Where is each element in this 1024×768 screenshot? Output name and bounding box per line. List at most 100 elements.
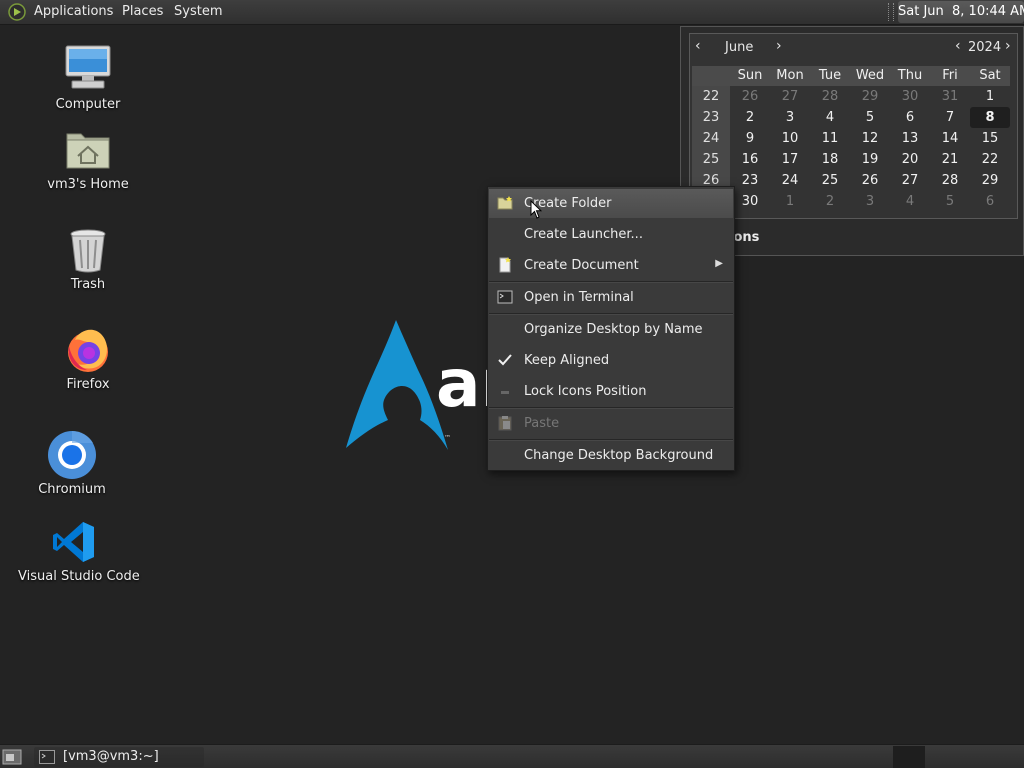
calendar-day[interactable]: 4 [890, 191, 930, 212]
bottom-panel: [vm3@vm3:~] [0, 744, 1024, 768]
calendar-day[interactable]: 25 [810, 170, 850, 191]
calendar-day[interactable]: 29 [970, 170, 1010, 191]
applications-menu-icon[interactable] [8, 3, 26, 21]
next-month-button[interactable]: › [776, 38, 782, 54]
calendar-widget: ‹ June › ‹ 2024 › Sun Mon Tue Wed Thu Fri Sat 2… [689, 33, 1018, 219]
calendar-day[interactable]: 28 [930, 170, 970, 191]
places-menu[interactable]: Places [122, 4, 163, 19]
prev-year-button[interactable]: ‹ [955, 38, 961, 54]
terminal-icon [497, 290, 513, 304]
svg-text:™: ™ [444, 434, 451, 442]
menu-item-label: Organize Desktop by Name [524, 322, 703, 337]
chromium-icon [48, 430, 96, 479]
menu-item-label: Change Desktop Background [524, 448, 714, 463]
calendar-day-today[interactable]: 8 [970, 107, 1010, 128]
vscode-icon [53, 522, 94, 562]
desktop-context-menu: Create Folder Create Launcher... Create … [487, 186, 735, 471]
calendar-day[interactable]: 28 [810, 86, 850, 107]
weekday-header: Sat [970, 66, 1010, 86]
calendar-day[interactable]: 6 [970, 191, 1010, 212]
calendar-day[interactable]: 1 [970, 86, 1010, 107]
weekday-header: Sun [730, 66, 770, 86]
check-icon [498, 354, 512, 366]
calendar-day[interactable]: 19 [850, 149, 890, 170]
menu-item-label: Paste [524, 416, 560, 431]
show-desktop-icon[interactable] [2, 748, 22, 766]
calendar-day[interactable]: 23 [730, 170, 770, 191]
calendar-day[interactable]: 11 [810, 128, 850, 149]
menu-item-change-background[interactable]: Change Desktop Background [489, 441, 733, 470]
calendar-day[interactable]: 30 [730, 191, 770, 212]
calendar-day[interactable]: 27 [770, 86, 810, 107]
desktop-icon-chromium[interactable]: Chromium [24, 430, 120, 500]
menu-item-label: Lock Icons Position [524, 384, 647, 399]
calendar-day[interactable]: 26 [850, 170, 890, 191]
prev-month-button[interactable]: ‹ [695, 38, 701, 54]
week-number: 23 [702, 110, 720, 125]
applications-menu[interactable]: Applications [34, 4, 113, 19]
taskbar-button-terminal[interactable]: [vm3@vm3:~] [34, 747, 204, 767]
firefox-icon [68, 329, 108, 372]
calendar-day[interactable]: 16 [730, 149, 770, 170]
system-menu[interactable]: System [174, 4, 222, 19]
calendar-day[interactable]: 3 [850, 191, 890, 212]
calendar-day[interactable]: 26 [730, 86, 770, 107]
weekday-header: Fri [930, 66, 970, 86]
workspace-switcher[interactable] [893, 746, 925, 768]
lock-unchecked-icon [501, 391, 509, 394]
next-year-button[interactable]: › [1005, 38, 1011, 54]
desktop-icon-label: vm3's Home [47, 177, 129, 192]
menu-item-open-terminal[interactable]: Open in Terminal [489, 283, 733, 312]
calendar-day[interactable]: 2 [810, 191, 850, 212]
weekday-header-corner [692, 66, 730, 86]
desktop-icon-trash[interactable]: Trash [40, 228, 136, 298]
menu-item-label: Create Document [524, 258, 639, 273]
home-folder-icon [66, 133, 110, 169]
calendar-day[interactable]: 27 [890, 170, 930, 191]
calendar-day[interactable]: 13 [890, 128, 930, 149]
calendar-day[interactable]: 29 [850, 86, 890, 107]
menu-item-keep-aligned[interactable]: Keep Aligned [489, 346, 733, 375]
menu-item-create-launcher[interactable]: Create Launcher... [489, 220, 733, 249]
calendar-day[interactable]: 3 [770, 107, 810, 128]
calendar-day[interactable]: 14 [930, 128, 970, 149]
calendar-day[interactable]: 7 [930, 107, 970, 128]
calendar-day[interactable]: 30 [890, 86, 930, 107]
menu-item-lock-icons[interactable]: Lock Icons Position [489, 377, 733, 406]
mouse-pointer-icon [530, 200, 542, 219]
desktop-icon-label: Firefox [66, 377, 110, 392]
calendar-day[interactable]: 20 [890, 149, 930, 170]
calendar-day[interactable]: 4 [810, 107, 850, 128]
desktop-icon-home[interactable]: vm3's Home [40, 128, 136, 198]
menu-item-create-folder[interactable]: Create Folder [489, 189, 733, 218]
calendar-day[interactable]: 15 [970, 128, 1010, 149]
calendar-day[interactable]: 24 [770, 170, 810, 191]
computer-icon [65, 45, 111, 89]
desktop-icon-computer[interactable]: Computer [40, 44, 136, 114]
calendar-day[interactable]: 21 [930, 149, 970, 170]
calendar-day[interactable]: 5 [850, 107, 890, 128]
calendar-day[interactable]: 17 [770, 149, 810, 170]
calendar-day[interactable]: 1 [770, 191, 810, 212]
calendar-day[interactable]: 2 [730, 107, 770, 128]
panel-separator [888, 3, 894, 21]
menu-item-create-document[interactable]: Create Document ▶ [489, 251, 733, 280]
menu-item-organize-desktop[interactable]: Organize Desktop by Name [489, 315, 733, 344]
desktop-icon-vscode[interactable]: Visual Studio Code [18, 520, 140, 590]
new-folder-icon [497, 196, 513, 210]
calendar-day[interactable]: 31 [930, 86, 970, 107]
desktop-icon-firefox[interactable]: Firefox [40, 326, 136, 396]
calendar-day[interactable]: 5 [930, 191, 970, 212]
calendar-day[interactable]: 10 [770, 128, 810, 149]
calendar-day[interactable]: 9 [730, 128, 770, 149]
weekday-header: Tue [810, 66, 850, 86]
calendar-day[interactable]: 6 [890, 107, 930, 128]
svg-text:ar: ar [436, 345, 494, 422]
calendar-day[interactable]: 22 [970, 149, 1010, 170]
top-panel: Applications Places System Sat Jun 8, 10… [0, 0, 1024, 25]
clock[interactable]: Sat Jun 8, 10:44 AM [898, 1, 1024, 23]
calendar-day[interactable]: 12 [850, 128, 890, 149]
week-number: 25 [702, 152, 720, 167]
menu-item-paste: Paste [489, 409, 733, 438]
calendar-day[interactable]: 18 [810, 149, 850, 170]
